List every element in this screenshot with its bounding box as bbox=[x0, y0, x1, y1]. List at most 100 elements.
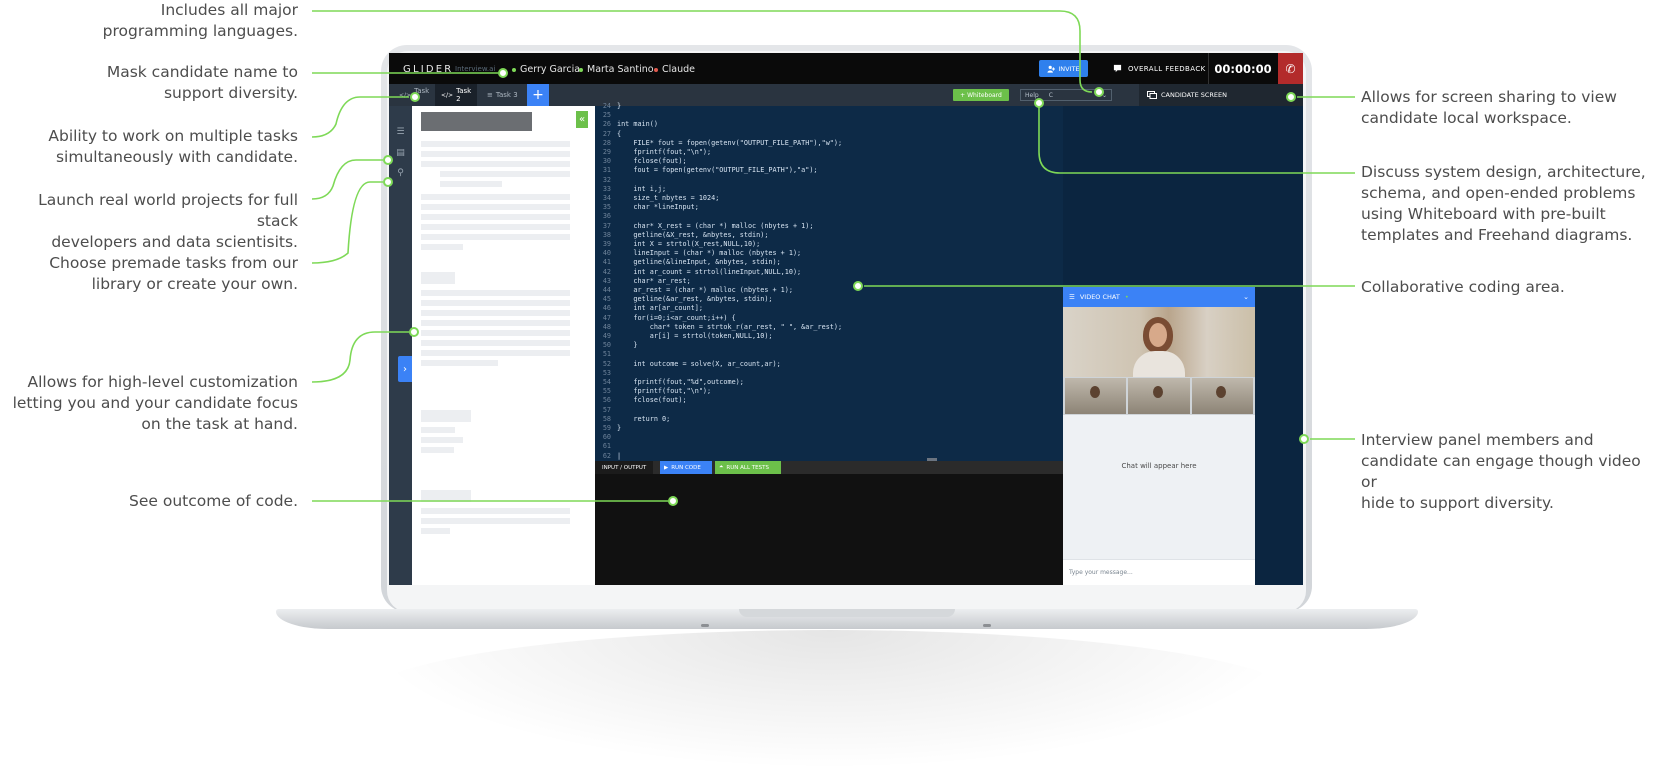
search-icon[interactable]: ⚲ bbox=[389, 166, 412, 180]
task-list-icon[interactable]: ☰ bbox=[389, 125, 412, 139]
laptop-notch bbox=[739, 609, 955, 617]
video-chat-header[interactable]: ☰ VIDEO CHAT • ⌄ bbox=[1063, 287, 1255, 307]
callout-screen-sharing: Allows for screen sharing to view candida… bbox=[1361, 88, 1617, 127]
code-text: ar[i] = strtol(token,NULL,10); bbox=[617, 332, 773, 340]
code-text: fprintf(fout,"\n"); bbox=[617, 387, 712, 396]
line-number: 32 bbox=[602, 175, 611, 184]
text-line-placeholder bbox=[421, 214, 570, 220]
code-text: int X = strtol(X_rest,NULL,10); bbox=[617, 240, 761, 248]
line-number: 31 bbox=[602, 166, 611, 175]
code-line: 28 FILE* fout = fopen(getenv("OUTPUT_FIL… bbox=[595, 139, 842, 148]
text-line-placeholder bbox=[421, 518, 570, 524]
play-icon: ▶ bbox=[664, 464, 669, 471]
leader-premade-tasks bbox=[311, 177, 393, 264]
left-rail: ☰ ▤ ⚲ › bbox=[389, 106, 412, 585]
line-number: 59 bbox=[602, 424, 611, 432]
line-number: 49 bbox=[602, 332, 611, 340]
phone-off-icon: ✆ bbox=[1285, 61, 1296, 76]
line-number: 30 bbox=[602, 157, 611, 166]
participant-video-thumb[interactable] bbox=[1065, 378, 1127, 414]
invite-button[interactable]: INVITE bbox=[1039, 60, 1088, 77]
code-text: fclose(fout); bbox=[617, 157, 687, 166]
tab-task-2[interactable]: </> Task 2 bbox=[435, 84, 477, 106]
code-line: 51 bbox=[595, 350, 617, 359]
expand-panel-button[interactable]: › bbox=[398, 356, 412, 382]
participant-gerry[interactable]: Gerry Garcia bbox=[512, 64, 580, 75]
text-line-placeholder bbox=[421, 161, 570, 167]
text-line-placeholder bbox=[421, 508, 570, 514]
line-number: 46 bbox=[602, 304, 611, 313]
code-line: 54 fprintf(fout,"%d",outcome); bbox=[595, 378, 744, 387]
line-number: 34 bbox=[602, 194, 611, 202]
section-heading-placeholder bbox=[421, 410, 471, 422]
language-select[interactable]: Help C ⌄ bbox=[1020, 89, 1112, 101]
tab-task-3[interactable]: ≡ Task 3 bbox=[483, 84, 525, 106]
add-task-button[interactable]: + bbox=[527, 84, 549, 106]
line-number: 35 bbox=[602, 203, 611, 212]
line-number: 37 bbox=[602, 221, 611, 230]
callout-video: Interview panel members and candidate can… bbox=[1361, 431, 1641, 512]
code-text: for(i=0;i<ar_count;i++) { bbox=[617, 313, 736, 322]
text-line-placeholder bbox=[421, 320, 570, 326]
code-text: int outcome = solve(X, ar_count,ar); bbox=[617, 359, 781, 368]
line-number: 33 bbox=[602, 184, 611, 193]
line-number: 29 bbox=[602, 148, 611, 156]
text-line-placeholder bbox=[421, 340, 570, 346]
app-logo: GLIDER bbox=[403, 64, 454, 75]
chat-message-input[interactable]: Type your message... bbox=[1063, 559, 1255, 585]
run-all-tests-button[interactable]: ⏶ RUN ALL TESTS bbox=[715, 461, 781, 474]
code-editor[interactable]: 24} 25 26 int main() 27{28 FILE* fout = fope… bbox=[595, 102, 1063, 462]
code-line: 44 ar_rest = (char *) malloc (nbytes + 1… bbox=[595, 286, 793, 295]
code-line: 41 getline(&lineInput, &nbytes, stdin); bbox=[595, 258, 781, 267]
tab-input-output[interactable]: INPUT / OUTPUT bbox=[595, 461, 654, 474]
line-number: 55 bbox=[602, 387, 611, 396]
code-text: } bbox=[617, 341, 638, 350]
code-line: 46 int ar[ar_count]; bbox=[595, 304, 703, 313]
presence-dot bbox=[579, 67, 583, 72]
text-line-placeholder bbox=[421, 151, 570, 157]
collapse-panel-button[interactable]: « bbox=[576, 111, 588, 128]
callout-premade-tasks: Choose premade tasks from our library or … bbox=[49, 254, 298, 293]
line-number: 52 bbox=[602, 359, 611, 368]
callout-code-outcome: See outcome of code. bbox=[129, 492, 298, 510]
whiteboard-button[interactable]: + Whiteboard bbox=[953, 89, 1009, 101]
flask-icon: ⏶ bbox=[719, 464, 724, 470]
code-text: FILE* fout = fopen(getenv("OUTPUT_FILE_P… bbox=[617, 138, 843, 147]
top-bar: GLIDER Interview.ai Gerry Garcia Marta S… bbox=[389, 53, 1303, 84]
participant-video-thumb[interactable] bbox=[1128, 378, 1190, 414]
line-number: 40 bbox=[602, 249, 611, 258]
code-text: lineInput = (char *) malloc (nbytes + 1)… bbox=[617, 249, 802, 258]
participant-marta[interactable]: Marta Santino bbox=[579, 64, 654, 75]
main-video-feed bbox=[1063, 307, 1255, 377]
run-code-button[interactable]: ▶ RUN CODE bbox=[660, 461, 712, 474]
code-line: 32 bbox=[595, 176, 617, 185]
tab-task-1[interactable]: </> Task 1 bbox=[397, 84, 433, 106]
code-line: 38 getline(&X_rest, &nbytes, stdin); bbox=[595, 231, 769, 240]
code-text: ar_rest = (char *) malloc (nbytes + 1); bbox=[617, 286, 793, 294]
task-description-panel bbox=[412, 106, 595, 585]
code-text: fclose(fout); bbox=[617, 396, 687, 405]
text-line-placeholder bbox=[421, 290, 570, 296]
app-logo-sub: Interview.ai bbox=[455, 65, 496, 73]
project-icon[interactable]: ▤ bbox=[389, 146, 412, 160]
line-number: 53 bbox=[602, 368, 611, 377]
callout-customization: Allows for high-level customization letti… bbox=[12, 373, 298, 433]
chevron-down-icon: ⌄ bbox=[1101, 91, 1107, 99]
code-text: getline(&lineInput, &nbytes, stdin); bbox=[617, 258, 781, 267]
list-icon: ≡ bbox=[487, 91, 493, 99]
participant-video-thumb[interactable] bbox=[1191, 378, 1253, 414]
candidate-screen-button[interactable]: CANDIDATE SCREEN bbox=[1139, 84, 1303, 106]
line-number: 60 bbox=[602, 433, 611, 442]
end-call-button[interactable]: ✆ bbox=[1278, 53, 1303, 84]
code-line: 39 int X = strtol(X_rest,NULL,10); bbox=[595, 240, 760, 249]
text-line-placeholder bbox=[421, 224, 570, 230]
participant-claude[interactable]: Claude bbox=[654, 64, 695, 75]
line-number: 48 bbox=[602, 322, 611, 331]
line-number: 56 bbox=[602, 396, 611, 405]
code-line: 62 | bbox=[595, 452, 621, 461]
line-number: 26 bbox=[602, 120, 611, 129]
code-line: 24} bbox=[595, 102, 621, 111]
callout-whiteboard: Discuss system design, architecture, sche… bbox=[1361, 163, 1646, 244]
language-value: C bbox=[1048, 91, 1053, 99]
overall-feedback-button[interactable]: OVERALL FEEDBACK bbox=[1113, 60, 1206, 77]
